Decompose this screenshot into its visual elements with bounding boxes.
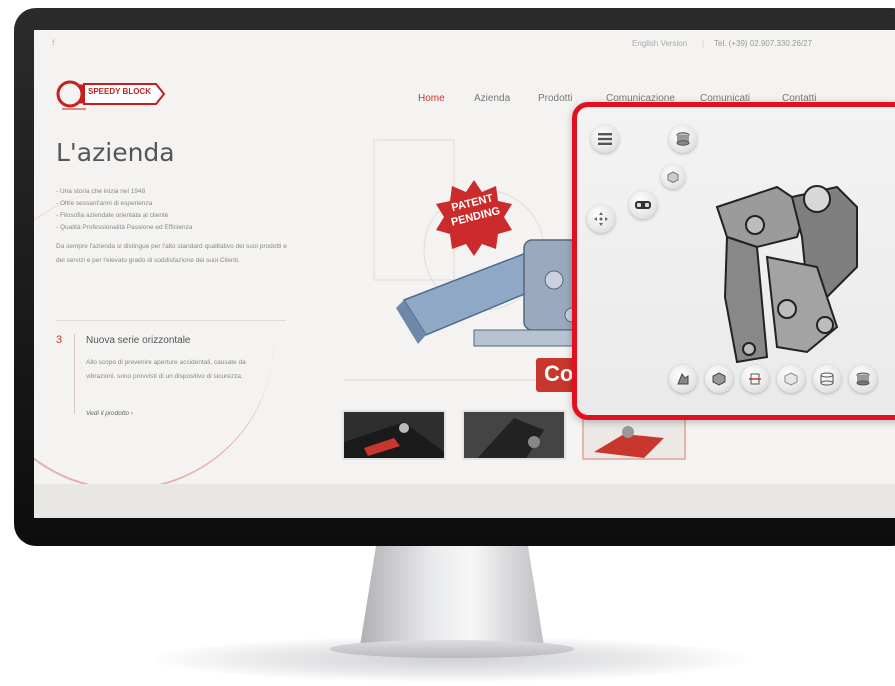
solid-cube-icon[interactable]: [705, 365, 733, 393]
feature-number-divider: [74, 334, 75, 414]
monitor-foot: [330, 640, 574, 658]
nav-azienda[interactable]: Azienda: [474, 93, 510, 104]
nav-prodotti[interactable]: Prodotti: [538, 93, 572, 104]
english-version-link[interactable]: English Version: [632, 39, 687, 48]
divider: [56, 320, 286, 321]
bullet-item: - Filosofia aziendale orientata al clien…: [56, 212, 169, 219]
monitor-stand: [360, 546, 544, 646]
section-icon[interactable]: [741, 365, 769, 393]
bullet-list: - Una storia che inizia nel 1948 - Oltre…: [56, 186, 296, 234]
facebook-icon[interactable]: f: [52, 38, 55, 48]
logo-text: SPEEDY BLOCK: [88, 87, 151, 96]
bullet-item: - Oltre sessant'anni di esperienza: [56, 200, 153, 207]
move-icon[interactable]: [587, 205, 615, 233]
bullet-item: - Qualità Professionalità Passione ed Ef…: [56, 224, 193, 231]
measure-cylinder-icon[interactable]: [813, 365, 841, 393]
thumbnail-1[interactable]: [342, 410, 446, 460]
phone-number: Tel. (+39) 02.907.330.26/27: [714, 39, 813, 48]
patent-pending-badge: PATENT PENDING: [434, 178, 514, 258]
cube-view-icon[interactable]: [661, 165, 685, 189]
shaded-cylinder-icon[interactable]: [849, 365, 877, 393]
feature-number: 3: [56, 334, 63, 346]
promo-badge-text: Co: [544, 361, 574, 386]
vr-glasses-icon[interactable]: [629, 191, 657, 219]
speedy-block-logo[interactable]: SPEEDY BLOCK: [56, 76, 166, 112]
product-photo: f English Version | Tel. (+39) 02.907.33…: [0, 0, 895, 686]
view-product-link[interactable]: Vedi il prodotto ›: [86, 410, 133, 417]
thumbnail-2[interactable]: [462, 410, 566, 460]
list-icon[interactable]: [591, 125, 619, 153]
top-bar: f English Version | Tel. (+39) 02.907.33…: [34, 30, 895, 56]
thumbnail-image: [344, 412, 444, 458]
page-title: L'azienda: [56, 138, 175, 167]
3d-viewer-panel[interactable]: [572, 102, 895, 420]
footer-band: [34, 484, 895, 518]
feature-title: Nuova serie orizzontale: [86, 335, 191, 346]
transparent-cube-icon[interactable]: [777, 365, 805, 393]
thumbnail-image: [464, 412, 564, 458]
separator: |: [702, 39, 705, 48]
bullet-item: - Una storia che inizia nel 1948: [56, 188, 146, 195]
feature-description: Allo scopo di prevenire aperture acciden…: [86, 359, 246, 380]
intro-paragraph: Da sempre l'azienda si distingue per l'a…: [56, 243, 287, 264]
nav-home[interactable]: Home: [418, 93, 445, 104]
explode-icon[interactable]: [669, 365, 697, 393]
3d-clamp-model: [715, 185, 858, 364]
cylinder-view-icon[interactable]: [669, 125, 697, 153]
